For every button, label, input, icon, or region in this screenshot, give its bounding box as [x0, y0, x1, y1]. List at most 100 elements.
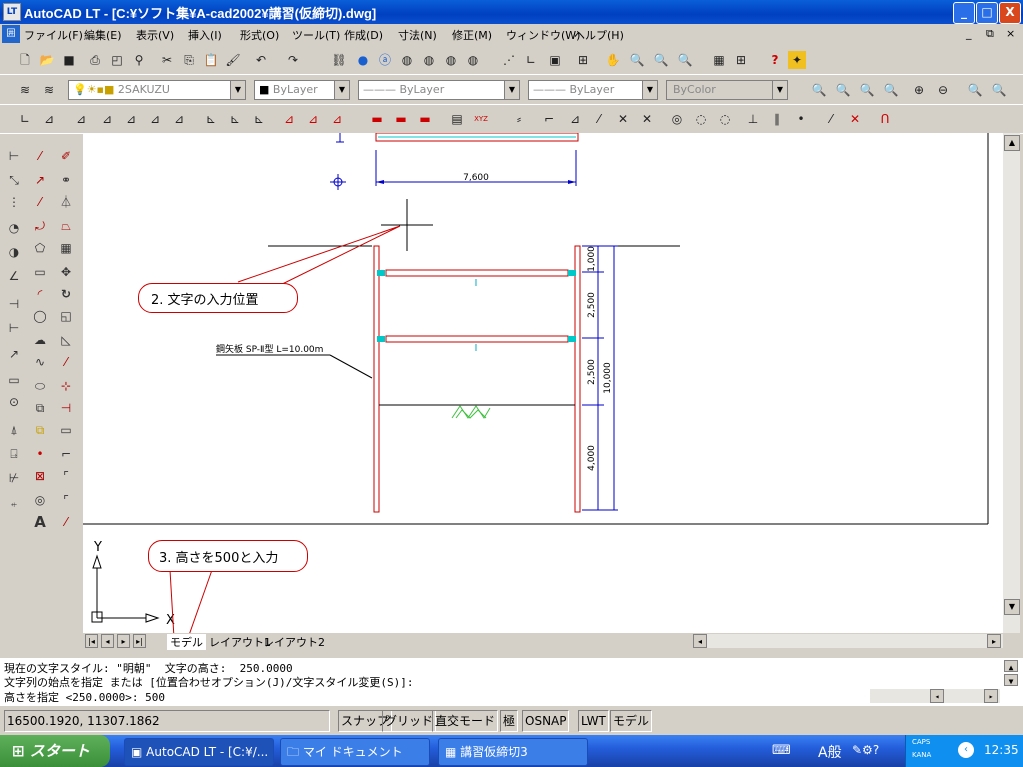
new-icon[interactable]: 🗋	[16, 51, 34, 69]
layer-select[interactable]: 💡☀▪■ 2SAKUZU ▼	[68, 80, 246, 100]
cut-icon[interactable]: ✂	[158, 51, 176, 69]
move-tool-icon[interactable]: ✥	[56, 262, 76, 282]
snap-tangent-icon[interactable]: ◌	[716, 110, 734, 128]
fillet2-tool-icon[interactable]: ⌜	[56, 490, 76, 510]
zoom-3-icon[interactable]: 🔍	[858, 81, 876, 99]
revcloud-tool-icon[interactable]: ☁	[30, 330, 50, 350]
hatch-tool-icon[interactable]: ⊠	[30, 466, 50, 486]
maximize-button[interactable]: □	[976, 2, 998, 24]
tab-layout1[interactable]: レイアウト1	[209, 634, 271, 650]
leader-tool-icon[interactable]: ↗	[4, 344, 24, 364]
scale-tool-icon[interactable]: ◱	[56, 306, 76, 326]
snap-endpoint-icon[interactable]: ⸗	[510, 110, 528, 128]
zoom-out-icon[interactable]: ⊖	[934, 81, 952, 99]
make-current-layer-icon[interactable]: ≋	[40, 81, 58, 99]
snap-parallel-icon[interactable]: ∥	[768, 110, 786, 128]
offset-tool-icon[interactable]: ⏢	[56, 216, 76, 236]
polygon-tool-icon[interactable]: ⬠	[30, 238, 50, 258]
menu-help[interactable]: ヘルプ(H)	[574, 27, 624, 43]
hyperlink-icon[interactable]: ⛓	[330, 51, 348, 69]
scroll-right-button[interactable]: ▸	[987, 634, 1001, 648]
dim-baseline-icon[interactable]: ⊿	[170, 110, 188, 128]
cmd-scroll-down-button[interactable]: ▼	[1004, 674, 1018, 686]
tab-first-button[interactable]: |◂	[85, 634, 98, 648]
task-autocad[interactable]: ▣ AutoCAD LT - [C:¥/...	[124, 738, 274, 766]
menu-modify[interactable]: 修正(M)	[452, 27, 492, 43]
dim-linear-icon[interactable]: ∟	[16, 110, 34, 128]
dimangular-tool-icon[interactable]: ∠	[4, 266, 24, 286]
dim-aligned-icon[interactable]: ⊿	[40, 110, 58, 128]
polar-toggle[interactable]: 極	[500, 710, 519, 732]
dim-leader-icon[interactable]: ⊾	[226, 110, 244, 128]
properties-icon[interactable]: ▣	[546, 51, 564, 69]
tab-model[interactable]: モデル	[167, 634, 206, 650]
model-toggle[interactable]: モデル	[610, 710, 653, 732]
xyz-icon[interactable]: XYZ	[472, 110, 490, 128]
tab-last-button[interactable]: ▸|	[133, 634, 146, 648]
save-icon[interactable]: ■	[60, 51, 78, 69]
mirror-tool-icon[interactable]: ⏃	[56, 192, 76, 212]
command-input-line[interactable]: 高さを指定 <250.0000>: 500	[4, 689, 165, 705]
today-icon[interactable]: ●	[354, 51, 372, 69]
zoom-1-icon[interactable]: 🔍	[810, 81, 828, 99]
scroll-down-button[interactable]: ▼	[1004, 599, 1020, 615]
menu-draw[interactable]: 作成(D)	[344, 27, 383, 43]
vertical-scrollbar[interactable]: ▲ ▼	[1003, 133, 1020, 633]
layers-icon[interactable]: ≋	[16, 81, 34, 99]
open-icon[interactable]: 📂	[38, 51, 56, 69]
dimaligned-tool-icon[interactable]: ⤡	[4, 170, 24, 190]
plotstyle-select[interactable]: ByColor ▼	[666, 80, 788, 100]
doc-restore-button[interactable]: ⧉	[986, 27, 994, 41]
print-icon[interactable]: ⎙	[86, 51, 104, 69]
tab-next-button[interactable]: ▸	[117, 634, 130, 648]
zoom-extents-icon[interactable]: 🔍	[990, 81, 1008, 99]
snap-intersection-icon[interactable]: ⁄	[590, 110, 608, 128]
line-tool-icon[interactable]: ⁄	[30, 146, 50, 166]
globe-icon[interactable]: ◍	[398, 51, 416, 69]
dimradius-tool-icon[interactable]: ◔	[4, 218, 24, 238]
color-select[interactable]: ■ ByLayer ▼	[254, 80, 350, 100]
dimcontinue-tool-icon[interactable]: ⊢	[4, 318, 24, 338]
extend-tool-icon[interactable]: ⊣	[56, 398, 76, 418]
ucs-icon[interactable]: ∟	[522, 51, 540, 69]
drawing-canvas[interactable]: 7,600 I I 1,000 2,500 2,500 4,000 10,000…	[83, 133, 1003, 633]
globe3-icon[interactable]: ◍	[442, 51, 460, 69]
tolerance-tool-icon[interactable]: ▭	[4, 370, 24, 390]
linetype-select[interactable]: ——— ByLayer ▼	[358, 80, 520, 100]
globe2-icon[interactable]: ◍	[420, 51, 438, 69]
zoom-in-icon[interactable]: ⊕	[910, 81, 928, 99]
update-icon[interactable]: ✦	[788, 51, 806, 69]
menu-tools[interactable]: ツール(T)	[292, 27, 340, 43]
table-icon[interactable]: ▤	[448, 110, 466, 128]
dimtedit-tool-icon[interactable]: ⍈	[4, 444, 24, 464]
cmd-scroll-up-button[interactable]: ▲	[1004, 660, 1018, 672]
lengthen-tool-icon[interactable]: ⁄	[56, 352, 76, 372]
tab-prev-button[interactable]: ◂	[101, 634, 114, 648]
menu-insert[interactable]: 挿入(I)	[188, 27, 222, 43]
task-excel[interactable]: ▦ 講習仮締切3	[438, 738, 588, 766]
ortho-toggle[interactable]: 直交モード	[432, 710, 499, 732]
osnap-settings-icon[interactable]: ⋰	[500, 51, 518, 69]
snap-from-icon[interactable]: ⌐	[540, 110, 558, 128]
snap-center-icon[interactable]: ◎	[668, 110, 686, 128]
centermark-tool-icon[interactable]: ⊙	[4, 392, 24, 412]
zoom-previous-icon[interactable]: 🔍	[676, 51, 694, 69]
snap-apparent-icon[interactable]: ✕	[614, 110, 632, 128]
tray-arrow-icon[interactable]: ‹	[958, 742, 974, 758]
match-properties-icon[interactable]: 🖌	[224, 51, 242, 69]
close-button[interactable]: X	[999, 2, 1021, 24]
zoom-2-icon[interactable]: 🔍	[834, 81, 852, 99]
sheet-pile-1-icon[interactable]: ▬	[368, 110, 386, 128]
command-window[interactable]: 現在の文字スタイル: "明朝" 文字の高さ: 250.0000 文字列の始点を指…	[0, 658, 1023, 706]
autodesk-point-a-icon[interactable]: ⓐ	[376, 51, 394, 69]
scroll-left-button[interactable]: ◂	[693, 634, 707, 648]
dim-angular-icon[interactable]: ⊿	[146, 110, 164, 128]
insert-block-tool-icon[interactable]: ⧉	[30, 398, 50, 418]
mtext-tool-icon[interactable]: A	[30, 512, 50, 532]
snap-quadrant-icon[interactable]: ◌	[692, 110, 710, 128]
cmd-scroll-right-button[interactable]: ▸	[984, 689, 998, 703]
help-icon[interactable]: ?	[766, 51, 784, 69]
sheet-pile-2-icon[interactable]: ▬	[392, 110, 410, 128]
snap-node-icon[interactable]: •	[792, 110, 810, 128]
pan-icon[interactable]: ✋	[604, 51, 622, 69]
